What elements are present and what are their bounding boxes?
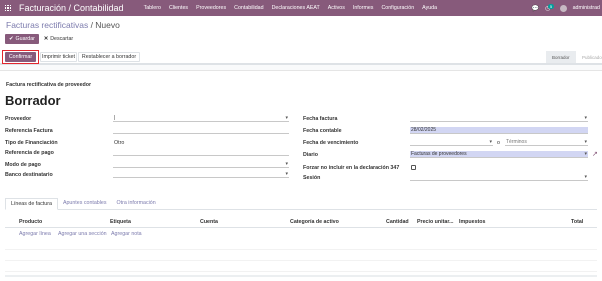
column-header-product[interactable]: Producto xyxy=(19,219,42,225)
status-step-draft[interactable]: Borrador xyxy=(546,51,576,63)
column-header-taxes[interactable]: Impuestos xyxy=(459,219,486,225)
breadcrumb: Facturas rectificativas / Nuevo xyxy=(6,20,120,30)
status-step-posted[interactable]: Publicado xyxy=(576,51,602,63)
journal-label: Diario xyxy=(303,152,319,158)
bank-label: Banco destinatario xyxy=(5,172,53,178)
invoice-lines-table: Producto Etiqueta Cuenta Categoría de ac… xyxy=(5,217,597,272)
add-line-row: Agregar línea Agregar una sección Agrega… xyxy=(5,228,597,239)
menu-item-proveedores[interactable]: Proveedores xyxy=(196,5,226,11)
column-header-quantity[interactable]: Cantidad xyxy=(386,219,409,225)
page-title: Borrador xyxy=(5,93,61,108)
print-ticket-button[interactable]: Imprimir ticket xyxy=(40,52,77,62)
invoice-ref-label: Referencia Factura xyxy=(5,128,53,134)
add-note-link[interactable]: Agregar nota xyxy=(111,231,142,237)
status-steps: Borrador Publicado xyxy=(546,51,602,63)
tab-invoice-lines[interactable]: Líneas de factura xyxy=(5,198,58,210)
breadcrumb-current: Nuevo xyxy=(95,20,120,30)
payment-terms-select[interactable]: Términos xyxy=(505,139,588,146)
add-section-link[interactable]: Agregar una sección xyxy=(58,231,107,237)
financing-type-label: Tipo de Financiación xyxy=(5,140,58,146)
column-header-account[interactable]: Cuenta xyxy=(200,219,218,225)
external-link-icon[interactable]: ↗ xyxy=(592,150,598,158)
bank-select[interactable] xyxy=(113,171,289,178)
save-label: Guardar xyxy=(15,36,35,42)
app-title[interactable]: Facturación / Contabilidad xyxy=(19,3,124,13)
invoice-ref-field[interactable] xyxy=(113,127,289,134)
due-date-field[interactable] xyxy=(410,139,493,146)
menu-item-declaraciones[interactable]: Declaraciones AEAT xyxy=(272,5,320,11)
table-header: Producto Etiqueta Cuenta Categoría de ac… xyxy=(5,217,597,228)
column-header-asset-category[interactable]: Categoría de activo xyxy=(290,219,339,225)
apps-menu-icon[interactable] xyxy=(0,0,16,16)
financing-type-value[interactable]: Otro xyxy=(114,140,124,146)
status-bar: Confirmar Imprimir ticket Restablecer a … xyxy=(0,50,602,64)
session-label: Sesión xyxy=(303,175,321,181)
menu-item-activos[interactable]: Activos xyxy=(328,5,345,11)
discard-label: Descartar xyxy=(50,36,74,42)
menu-item-informes[interactable]: Informes xyxy=(353,5,374,11)
reset-to-draft-button[interactable]: Restablecer a borrador xyxy=(78,52,140,62)
payment-ref-field[interactable] xyxy=(113,149,289,156)
chat-icon[interactable]: 💬 xyxy=(532,5,539,12)
menu-item-ayuda[interactable]: Ayuda xyxy=(422,5,437,11)
payment-ref-label: Referencia de pago xyxy=(5,150,54,156)
table-row xyxy=(5,250,597,261)
payment-mode-select[interactable] xyxy=(113,161,289,168)
activity-clock-icon[interactable]: ◷5 xyxy=(545,3,554,12)
save-icon: ✔ xyxy=(9,36,14,42)
add-line-link[interactable]: Agregar línea xyxy=(19,231,51,237)
accounting-date-value: 28/02/2025 xyxy=(411,127,437,133)
due-or-text: o xyxy=(497,140,500,146)
journal-select[interactable]: Facturas de proveedores xyxy=(410,151,588,158)
notebook-tabs: Líneas de factura Apuntes contables Otra… xyxy=(5,198,597,210)
menu-item-tablero[interactable]: Tablero xyxy=(144,5,161,11)
user-menu[interactable]: administrad xyxy=(573,5,600,11)
menu-item-clientes[interactable]: Clientes xyxy=(169,5,188,11)
confirm-button[interactable]: Confirmar xyxy=(5,52,36,62)
vendor-field[interactable]: | xyxy=(113,115,289,122)
table-row xyxy=(5,261,597,272)
session-select[interactable] xyxy=(410,174,588,181)
column-header-total[interactable]: Total xyxy=(571,219,583,225)
table-row xyxy=(5,239,597,250)
accounting-date-label: Fecha contable xyxy=(303,128,342,134)
save-button[interactable]: ✔ Guardar xyxy=(5,34,39,44)
menu-item-contabilidad[interactable]: Contabilidad xyxy=(234,5,263,11)
payment-mode-label: Modo de pago xyxy=(5,162,41,168)
journal-value: Facturas de proveedores xyxy=(411,151,467,157)
menu-item-configuracion[interactable]: Configuración xyxy=(381,5,414,11)
accounting-date-field[interactable]: 28/02/2025 xyxy=(410,127,588,134)
document-type-label: Factura rectificativa de proveedor xyxy=(6,82,92,88)
column-header-unit-price[interactable]: Precio unitar... xyxy=(417,219,454,225)
tab-journal-items[interactable]: Apuntes contables xyxy=(58,198,112,209)
vendor-field-value: | xyxy=(114,115,116,121)
invoice-date-field[interactable] xyxy=(410,115,588,122)
tab-other-info[interactable]: Otra información xyxy=(112,198,161,209)
main-menu: Tablero Clientes Proveedores Contabilida… xyxy=(144,5,438,11)
table-footer-divider xyxy=(5,275,597,277)
discard-button[interactable]: ✕ Descartar xyxy=(42,34,75,44)
breadcrumb-parent[interactable]: Facturas rectificativas xyxy=(6,20,88,30)
invoice-date-label: Fecha factura xyxy=(303,116,338,122)
close-icon: ✕ xyxy=(43,36,49,42)
activity-count-badge: 5 xyxy=(548,3,554,9)
top-navbar: Facturación / Contabilidad Tablero Clien… xyxy=(0,0,602,16)
navbar-systray: 💬 ◷5 administrad xyxy=(532,0,602,16)
column-header-label[interactable]: Etiqueta xyxy=(110,219,131,225)
vendor-label: Proveedor xyxy=(5,116,32,122)
exclude-347-checkbox[interactable] xyxy=(411,165,416,170)
due-date-label: Fecha de vencimiento xyxy=(303,140,359,146)
avatar[interactable] xyxy=(559,4,567,12)
exclude-347-label: Forzar no incluir en la declaración 347 xyxy=(303,165,400,171)
payment-terms-placeholder: Términos xyxy=(506,139,527,145)
